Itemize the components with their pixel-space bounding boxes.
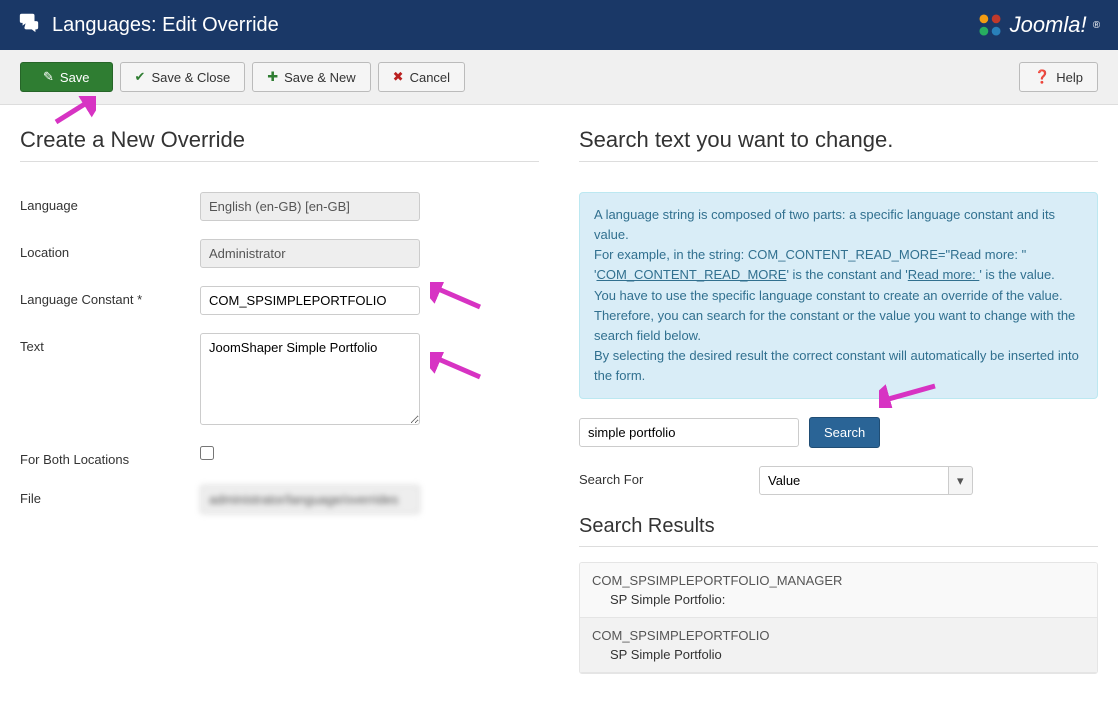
location-value: Administrator — [200, 239, 420, 268]
info-alert: A language string is composed of two par… — [579, 192, 1098, 399]
alert-line: ' is the value. — [979, 267, 1054, 282]
annotation-arrow-icon — [879, 380, 939, 408]
language-label: Language — [20, 192, 200, 213]
chevron-down-icon[interactable]: ▾ — [949, 466, 973, 495]
nav-left: Languages: Edit Override — [18, 11, 279, 39]
cancel-label: Cancel — [410, 70, 450, 85]
question-icon: ❓ — [1034, 69, 1050, 85]
left-heading: Create a New Override — [20, 127, 539, 153]
plus-icon: ✚ — [267, 69, 278, 85]
constant-label: Language Constant * — [20, 286, 200, 307]
location-label: Location — [20, 239, 200, 260]
cancel-icon: ✖ — [393, 69, 404, 85]
comments-icon — [18, 11, 40, 39]
help-label: Help — [1056, 70, 1083, 85]
result-item[interactable]: COM_SPSIMPLEPORTFOLIO_MANAGER SP Simple … — [580, 563, 1097, 618]
field-searchfor: Search For Value ▾ — [579, 466, 1098, 495]
search-button[interactable]: Search — [809, 417, 880, 448]
alert-line: Therefore, you can search for the consta… — [594, 308, 1075, 343]
result-value: SP Simple Portfolio — [610, 647, 1085, 662]
alert-constant: COM_CONTENT_READ_MORE — [596, 267, 786, 282]
save-label: Save — [60, 70, 90, 85]
annotation-arrow-icon — [50, 96, 96, 126]
left-column: Create a New Override Language English (… — [20, 127, 539, 674]
text-label: Text — [20, 333, 200, 354]
save-close-label: Save & Close — [151, 70, 230, 85]
field-file: File administrator/language/overrides — [20, 485, 539, 514]
check-square-icon: ✎ — [43, 69, 54, 85]
alert-line: For example, in the string: COM_CONTENT_… — [594, 247, 1026, 262]
save-button[interactable]: ✎ Save — [20, 62, 113, 92]
alert-line: ' is the constant and ' — [786, 267, 907, 282]
left-divider — [20, 161, 539, 162]
result-constant: COM_SPSIMPLEPORTFOLIO_MANAGER — [592, 573, 1085, 588]
results-heading: Search Results — [579, 515, 1098, 538]
alert-line: By selecting the desired result the corr… — [594, 348, 1079, 383]
result-constant: COM_SPSIMPLEPORTFOLIO — [592, 628, 1085, 643]
file-value: administrator/language/overrides — [200, 485, 420, 514]
page-title: Languages: Edit Override — [52, 14, 279, 37]
save-new-button[interactable]: ✚ Save & New — [252, 62, 370, 92]
cancel-button[interactable]: ✖ Cancel — [378, 62, 465, 92]
save-close-button[interactable]: ✔ Save & Close — [120, 62, 246, 92]
results-divider — [579, 546, 1098, 547]
brand-text: Joomla! — [1010, 12, 1087, 38]
field-both: For Both Locations — [20, 446, 539, 467]
language-value: English (en-GB) [en-GB] — [200, 192, 420, 221]
joomla-icon — [976, 11, 1004, 39]
search-row: Search — [579, 417, 1098, 448]
both-checkbox[interactable] — [200, 446, 214, 460]
joomla-logo: Joomla!® — [976, 11, 1100, 39]
alert-value: Read more: — [908, 267, 980, 282]
result-value: SP Simple Portfolio: — [610, 592, 1085, 607]
searchfor-label: Search For — [579, 466, 759, 487]
field-language: Language English (en-GB) [en-GB] — [20, 192, 539, 221]
constant-input[interactable] — [200, 286, 420, 315]
annotation-arrow-icon — [430, 282, 484, 312]
text-input[interactable] — [200, 333, 420, 425]
right-divider — [579, 161, 1098, 162]
right-heading: Search text you want to change. — [579, 127, 1098, 153]
navbar: Languages: Edit Override Joomla!® — [0, 0, 1118, 50]
both-label: For Both Locations — [20, 446, 200, 467]
alert-line: A language string is composed of two par… — [594, 207, 1055, 242]
right-column: Search text you want to change. A langua… — [579, 127, 1098, 674]
field-location: Location Administrator — [20, 239, 539, 268]
help-button[interactable]: ❓ Help — [1019, 62, 1098, 92]
searchfor-select[interactable]: Value — [759, 466, 949, 495]
search-input[interactable] — [579, 418, 799, 447]
file-label: File — [20, 485, 200, 506]
results-list: COM_SPSIMPLEPORTFOLIO_MANAGER SP Simple … — [579, 562, 1098, 674]
toolbar: ✎ Save ✔ Save & Close ✚ Save & New ✖ Can… — [0, 50, 1118, 105]
annotation-arrow-icon — [430, 352, 484, 382]
save-new-label: Save & New — [284, 70, 356, 85]
alert-line: You have to use the specific language co… — [594, 288, 1063, 303]
check-icon: ✔ — [135, 69, 146, 85]
